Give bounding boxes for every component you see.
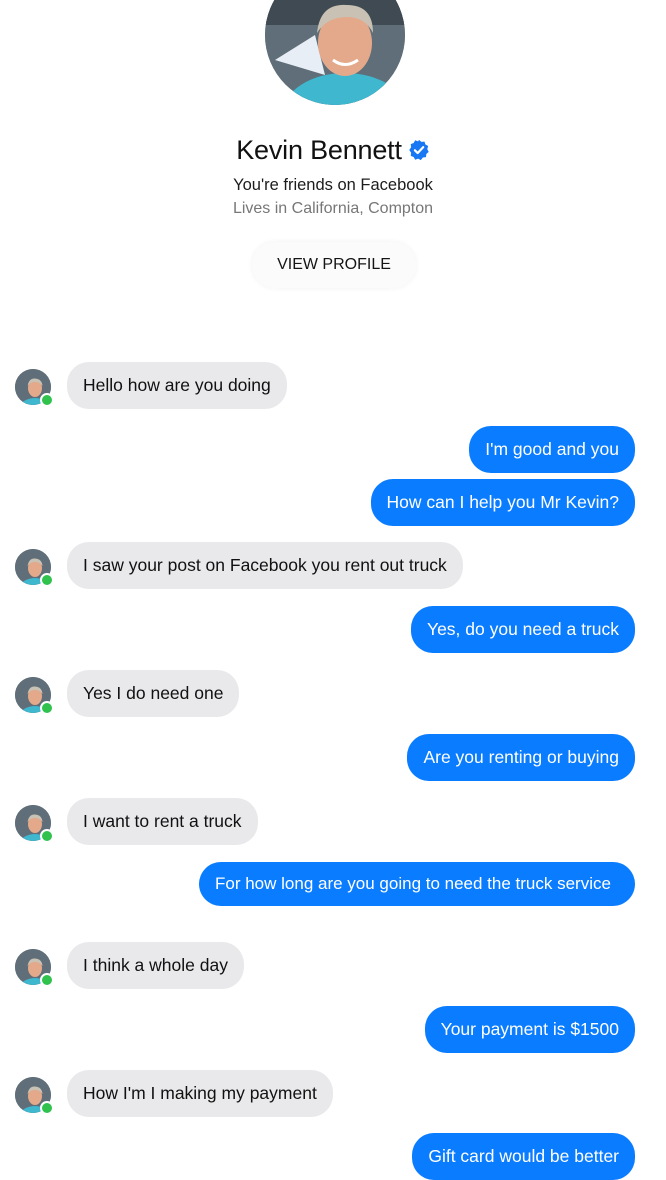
- online-status-dot: [40, 829, 54, 843]
- profile-avatar[interactable]: [265, 0, 405, 105]
- message-incoming[interactable]: I want to rent a truck: [67, 798, 258, 845]
- online-status-dot: [40, 573, 54, 587]
- message-incoming[interactable]: I think a whole day: [67, 942, 244, 989]
- message-outgoing[interactable]: Yes, do you need a truck: [411, 606, 635, 653]
- view-profile-button[interactable]: VIEW PROFILE: [252, 242, 416, 288]
- sender-avatar[interactable]: [15, 805, 54, 843]
- verified-badge-icon: [409, 139, 429, 161]
- message-outgoing[interactable]: Gift card would be better: [412, 1133, 635, 1180]
- location-text: Lives in California, Compton: [232, 200, 434, 217]
- profile-header: Kevin Bennett You're friends on Facebook…: [0, 0, 666, 300]
- message-incoming[interactable]: Hello how are you doing: [67, 362, 287, 409]
- message-outgoing[interactable]: I'm good and you: [469, 426, 635, 473]
- message-outgoing[interactable]: Your payment is $1500: [424, 1006, 635, 1053]
- message-incoming[interactable]: Yes I do need one: [67, 670, 240, 717]
- online-status-dot: [40, 701, 54, 715]
- profile-name-text: Kevin Bennett: [236, 135, 402, 165]
- message-outgoing[interactable]: How can I help you Mr Kevin?: [370, 479, 635, 526]
- sender-avatar[interactable]: [15, 369, 54, 407]
- profile-name: Kevin Bennett: [0, 135, 666, 166]
- sender-avatar[interactable]: [15, 1077, 54, 1115]
- online-status-dot: [40, 1101, 54, 1115]
- sender-avatar[interactable]: [15, 549, 54, 587]
- friends-status: You're friends on Facebook: [233, 176, 433, 194]
- message-incoming[interactable]: How I'm I making my payment: [67, 1070, 333, 1117]
- online-status-dot: [40, 393, 54, 407]
- sender-avatar[interactable]: [15, 949, 54, 987]
- online-status-dot: [40, 973, 54, 987]
- message-incoming[interactable]: I saw your post on Facebook you rent out…: [67, 542, 463, 589]
- message-outgoing[interactable]: For how long are you going to need the t…: [199, 862, 635, 906]
- sender-avatar[interactable]: [15, 677, 54, 715]
- message-outgoing[interactable]: Are you renting or buying: [407, 734, 635, 781]
